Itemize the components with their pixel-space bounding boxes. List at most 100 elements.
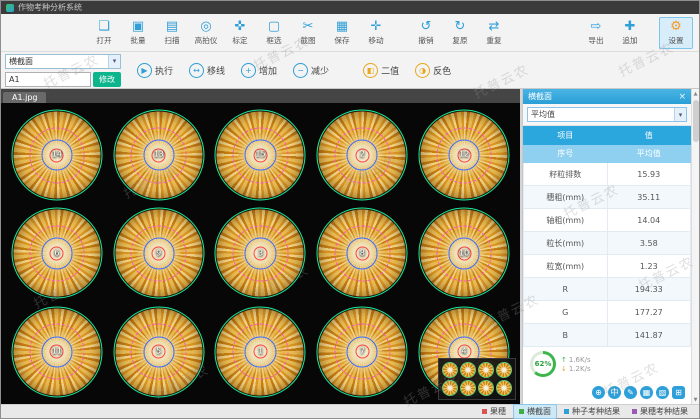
thumbnail-1[interactable] bbox=[442, 362, 458, 378]
sample-number: 9 bbox=[115, 248, 202, 257]
corn-sample-3[interactable]: 15 bbox=[211, 107, 311, 203]
move-line-icon: ↔ bbox=[189, 63, 204, 78]
statusbar-tab-3[interactable]: 种子考种结果 bbox=[559, 405, 625, 418]
center-icon[interactable]: 中 bbox=[608, 386, 621, 399]
corn-sample-13[interactable]: 1 bbox=[211, 304, 311, 400]
locate-icon[interactable]: ⊕ bbox=[592, 386, 605, 399]
screenshot-button[interactable]: ✂截图 bbox=[291, 18, 325, 48]
table-row: 粒长(mm)3.58 bbox=[524, 232, 691, 255]
corn-sample-10[interactable]: 10 bbox=[414, 205, 514, 301]
scan-button-label: 扫描 bbox=[164, 35, 179, 45]
thumbnail-4[interactable] bbox=[496, 362, 512, 378]
restore-icon: ↻ bbox=[455, 20, 466, 34]
increase-button[interactable]: +增加 bbox=[235, 60, 283, 81]
binary-button[interactable]: ◧二值 bbox=[357, 60, 405, 81]
chevron-down-icon[interactable]: ▾ bbox=[108, 55, 120, 68]
doc-camera-button[interactable]: ◎高拍仪 bbox=[189, 18, 223, 48]
results-table: 项目 值 序号 平均值 籽粒排数15.93穗粗(mm)35.11轴粗(mm)14… bbox=[523, 126, 691, 347]
thumbnail-5[interactable] bbox=[442, 380, 458, 396]
repeat-button[interactable]: ⇄重复 bbox=[477, 18, 511, 48]
thumbnail-3[interactable] bbox=[478, 362, 494, 378]
thumbnail-6[interactable] bbox=[460, 380, 476, 396]
decrease-button[interactable]: −减少 bbox=[287, 60, 335, 81]
execute-button[interactable]: ▶执行 bbox=[131, 60, 179, 81]
row-label: 粒长(mm) bbox=[524, 232, 608, 255]
sub-avg-header: 平均值 bbox=[607, 145, 691, 163]
panel-scrollbar[interactable]: ▲ ▼ bbox=[691, 89, 699, 404]
repeat-icon: ⇄ bbox=[489, 20, 500, 34]
save-small-icon[interactable]: ▦ bbox=[640, 386, 653, 399]
thumbnail-7[interactable] bbox=[478, 380, 494, 396]
open-folder-icon: ❏ bbox=[98, 20, 110, 34]
open-button-label: 打开 bbox=[96, 35, 111, 45]
export-icon: ⇨ bbox=[591, 20, 602, 34]
export-button[interactable]: ⇨导出 bbox=[579, 18, 613, 48]
invert-button-label: 反色 bbox=[433, 64, 451, 77]
scan-button[interactable]: ▤扫描 bbox=[155, 18, 189, 48]
undo-button[interactable]: ↺撤销 bbox=[409, 18, 443, 48]
restore-button-label: 复原 bbox=[452, 35, 467, 45]
stat-select-row: 平均值 ▾ bbox=[523, 104, 691, 126]
corn-sample-9[interactable]: 8 bbox=[312, 205, 412, 301]
move-button[interactable]: ✛移动 bbox=[359, 18, 393, 48]
execute-button-label: 执行 bbox=[155, 64, 173, 77]
corn-image: 5 bbox=[115, 308, 202, 395]
row-label: 粒宽(mm) bbox=[524, 255, 608, 278]
statusbar-tab-1[interactable]: 果穗 bbox=[477, 405, 511, 418]
sample-number: 12 bbox=[421, 150, 508, 159]
image-tabstrip: A1.jpg bbox=[1, 89, 520, 103]
export-button-label: 导出 bbox=[588, 35, 603, 45]
batch-button[interactable]: ▣批量 bbox=[121, 18, 155, 48]
image-icon[interactable]: ▧ bbox=[656, 386, 669, 399]
thumbnail-8[interactable] bbox=[496, 380, 512, 396]
corn-sample-7[interactable]: 9 bbox=[109, 205, 209, 301]
row-value: 141.87 bbox=[607, 324, 691, 347]
row-label: 籽粒排数 bbox=[524, 163, 608, 186]
box-select-button[interactable]: ▢框选 bbox=[257, 18, 291, 48]
modify-button[interactable]: 修改 bbox=[93, 72, 121, 87]
save-button-label: 保存 bbox=[334, 35, 349, 45]
open-button[interactable]: ❏打开 bbox=[87, 18, 121, 48]
statusbar-tab-2[interactable]: 横截面 bbox=[513, 404, 557, 419]
row-value: 15.93 bbox=[607, 163, 691, 186]
corn-sample-11[interactable]: 11 bbox=[7, 304, 107, 400]
window-title: 作物考种分析系统 bbox=[18, 2, 82, 13]
scrollbar-thumb[interactable] bbox=[693, 100, 699, 142]
row-label: R bbox=[524, 278, 608, 301]
corn-sample-8[interactable]: 3 bbox=[211, 205, 311, 301]
close-icon[interactable]: × bbox=[678, 92, 686, 102]
edit-icon[interactable]: ✎ bbox=[624, 386, 637, 399]
calibrate-button-label: 标定 bbox=[232, 35, 247, 45]
stat-select[interactable]: 平均值 ▾ bbox=[527, 107, 687, 122]
scroll-down-icon[interactable]: ▼ bbox=[694, 395, 698, 404]
sample-number: 1 bbox=[217, 347, 304, 356]
restore-button[interactable]: ↻复原 bbox=[443, 18, 477, 48]
corn-sample-1[interactable]: 14 bbox=[7, 107, 107, 203]
thumbnail-2[interactable] bbox=[460, 362, 476, 378]
save-icon: ▦ bbox=[336, 20, 348, 34]
row-label: 轴粗(mm) bbox=[524, 209, 608, 232]
corn-sample-4[interactable]: 2 bbox=[312, 107, 412, 203]
chevron-down-icon[interactable]: ▾ bbox=[674, 108, 686, 121]
grid-icon[interactable]: ⊞ bbox=[672, 386, 685, 399]
move-line-button[interactable]: ↔移线 bbox=[183, 60, 231, 81]
screenshot-button-label: 截图 bbox=[300, 35, 315, 45]
sample-id-input[interactable] bbox=[5, 72, 91, 87]
corn-sample-12[interactable]: 5 bbox=[109, 304, 209, 400]
settings-button[interactable]: ⚙设置 bbox=[659, 17, 693, 49]
invert-button[interactable]: ◑反色 bbox=[409, 60, 457, 81]
corn-sample-2[interactable]: 13 bbox=[109, 107, 209, 203]
append-button[interactable]: ✚追加 bbox=[613, 18, 647, 48]
download-speed: 1.2K/s bbox=[569, 365, 591, 373]
image-tab[interactable]: A1.jpg bbox=[3, 92, 46, 103]
scroll-up-icon[interactable]: ▲ bbox=[694, 89, 698, 98]
corn-sample-5[interactable]: 12 bbox=[414, 107, 514, 203]
save-button[interactable]: ▦保存 bbox=[325, 18, 359, 48]
calibrate-button[interactable]: ✜标定 bbox=[223, 18, 257, 48]
corn-sample-14[interactable]: 7 bbox=[312, 304, 412, 400]
table-row: 穗粗(mm)35.11 bbox=[524, 186, 691, 209]
section-select[interactable]: 横截面 ▾ bbox=[5, 54, 121, 69]
image-canvas[interactable]: 141315212693810115174 bbox=[1, 103, 520, 404]
statusbar-tab-4[interactable]: 果穗考种结果 bbox=[627, 405, 693, 418]
corn-sample-6[interactable]: 6 bbox=[7, 205, 107, 301]
